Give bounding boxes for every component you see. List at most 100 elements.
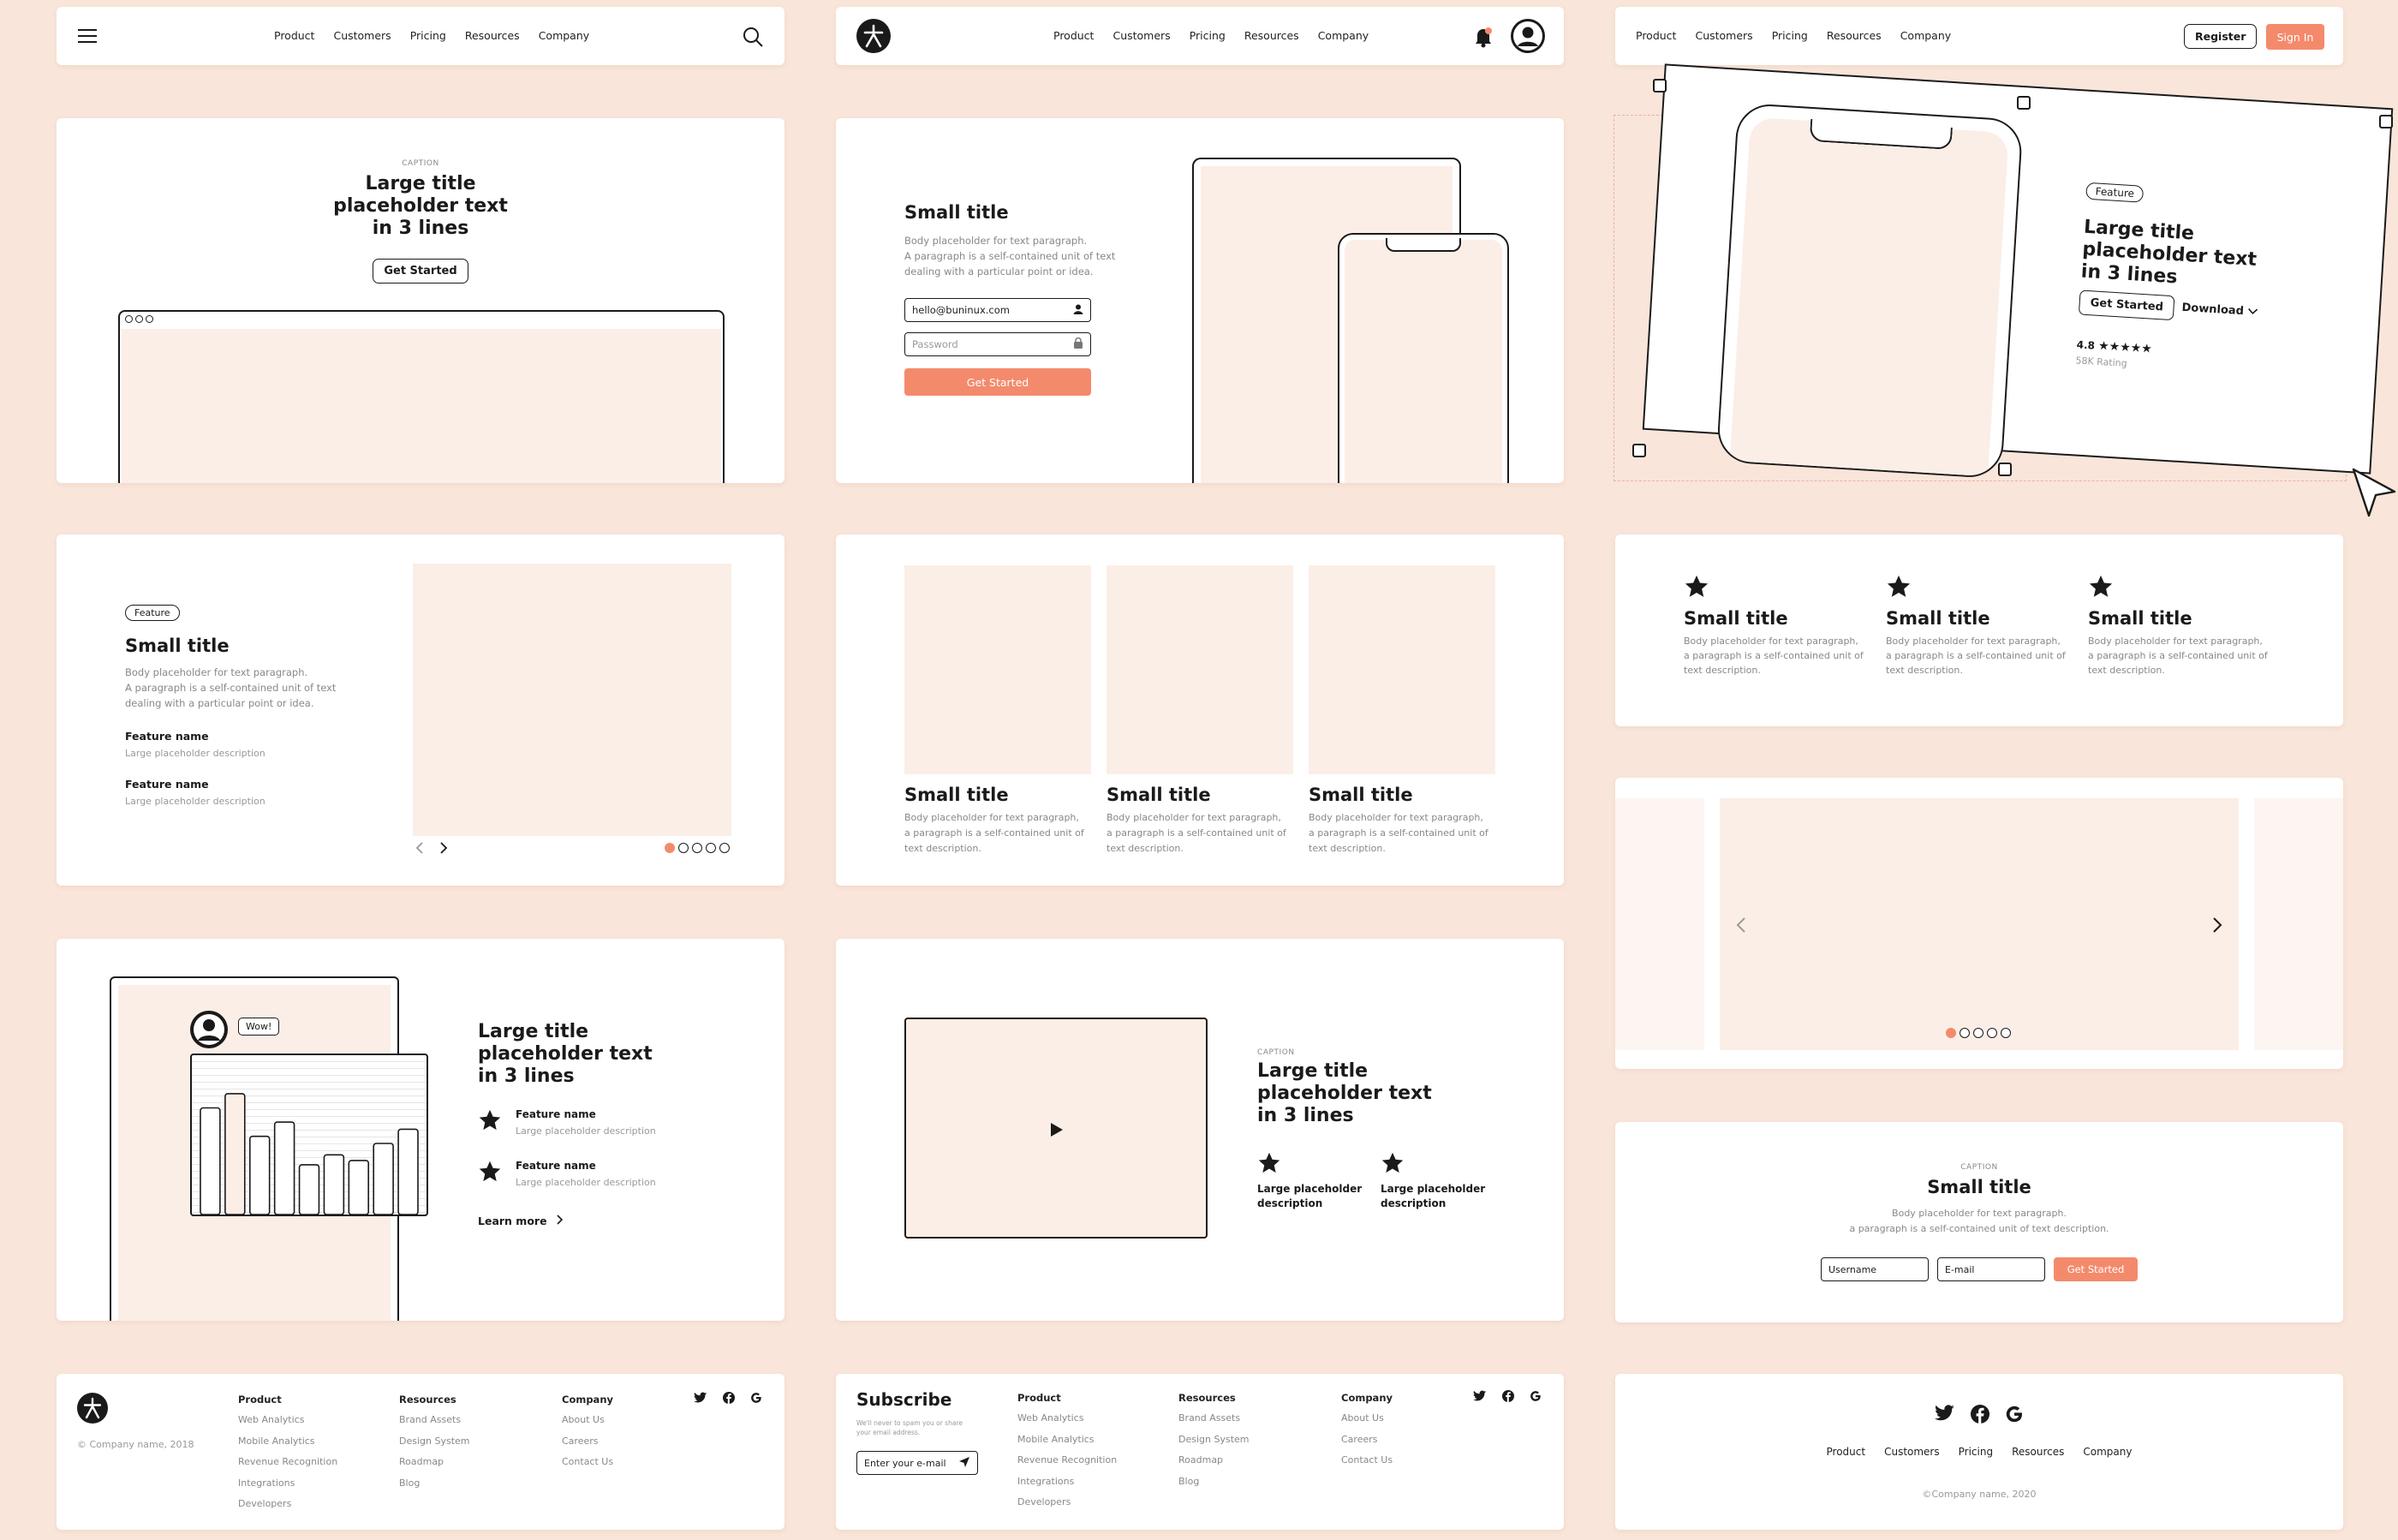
learn-more-link[interactable]: Learn more <box>478 1215 564 1227</box>
nav-product[interactable]: Product <box>1827 1446 1866 1458</box>
hero-phone-section-selected[interactable]: Feature Large title placeholder text in … <box>1642 63 2394 480</box>
logo-icon[interactable] <box>77 1393 108 1424</box>
nav-resources[interactable]: Resources <box>2012 1446 2064 1458</box>
get-started-button[interactable]: Get Started <box>373 259 468 284</box>
google-icon[interactable] <box>1530 1389 1542 1406</box>
chart-bar <box>224 1093 246 1215</box>
chevron-right-icon <box>556 1215 564 1227</box>
nav-customers[interactable]: Customers <box>1113 29 1170 42</box>
nav-pricing[interactable]: Pricing <box>1772 29 1808 42</box>
facebook-icon[interactable] <box>1502 1389 1514 1406</box>
caption: CAPTION <box>1257 1048 1295 1057</box>
pagination-dots[interactable] <box>665 843 730 853</box>
username-field[interactable]: Username <box>1821 1257 1929 1281</box>
hero-title: Large title placeholder text in 3 lines <box>333 173 508 239</box>
pagination-dots[interactable] <box>1946 1028 2011 1038</box>
star-icon <box>478 1108 502 1137</box>
section-body: Body placeholder for text paragraph. a p… <box>1849 1208 2109 1234</box>
nav-company[interactable]: Company <box>1900 29 1951 42</box>
resize-handle-bottom-middle[interactable] <box>1998 463 2012 476</box>
nav-resources[interactable]: Resources <box>1244 29 1299 42</box>
social-icons <box>1473 1389 1542 1406</box>
twitter-icon[interactable] <box>1473 1389 1487 1406</box>
play-icon[interactable] <box>1050 1122 1064 1141</box>
rating-value: 4.8 <box>2076 338 2096 352</box>
get-started-button[interactable]: Get Started <box>2054 1257 2138 1281</box>
logo-icon[interactable] <box>856 19 891 53</box>
star-icon <box>478 1160 502 1188</box>
chevron-right-icon[interactable] <box>438 841 449 858</box>
notification-bell-icon[interactable] <box>1473 26 1494 48</box>
chart-bar <box>373 1143 394 1215</box>
nav-resources[interactable]: Resources <box>465 29 520 42</box>
card-item[interactable]: Small title Body placeholder for text pa… <box>1309 565 1495 857</box>
email-field[interactable]: E-mail <box>1937 1257 2045 1281</box>
facebook-icon[interactable] <box>1971 1405 1989 1427</box>
section-title: Small title <box>125 636 230 656</box>
password-field[interactable]: Password <box>904 332 1091 356</box>
hamburger-menu-icon[interactable] <box>77 27 98 45</box>
nav-pricing[interactable]: Pricing <box>1959 1446 1993 1458</box>
carousel-prev-slide <box>1615 798 1704 1050</box>
register-button[interactable]: Register <box>2184 24 2258 49</box>
facebook-icon[interactable] <box>723 1391 735 1407</box>
chevron-left-icon[interactable] <box>1735 916 1747 937</box>
chart-bar <box>200 1107 221 1215</box>
email-field[interactable]: hello@buninux.com <box>904 298 1091 322</box>
sign-in-button[interactable]: Sign In <box>2266 24 2324 50</box>
phone-mockup <box>1338 233 1509 483</box>
nav-product[interactable]: Product <box>1636 29 1676 42</box>
footer-1: © Company name, 2018 Product Web Analyti… <box>57 1374 784 1530</box>
nav-menu: Product Customers Pricing Resources Comp… <box>1636 29 1951 42</box>
chart-bar <box>273 1121 295 1215</box>
card-item[interactable]: Small title Body placeholder for text pa… <box>904 565 1091 857</box>
chevron-right-icon[interactable] <box>2211 916 2223 937</box>
section-title: Large title placeholder text in 3 lines <box>478 1021 653 1087</box>
send-icon[interactable] <box>958 1456 970 1471</box>
star-icon <box>2088 574 2114 603</box>
feature-item: Large placeholder description <box>1257 1151 1362 1211</box>
nav-pricing[interactable]: Pricing <box>1190 29 1226 42</box>
subscribe-email-input[interactable]: Enter your e-mail <box>856 1451 978 1475</box>
search-icon[interactable] <box>742 26 764 48</box>
nav-product[interactable]: Product <box>1053 29 1094 42</box>
twitter-icon[interactable] <box>1935 1405 1955 1427</box>
chevron-left-icon[interactable] <box>415 841 425 858</box>
resize-handle-top-left[interactable] <box>1653 79 1667 93</box>
google-icon[interactable] <box>750 1391 762 1407</box>
nav-company[interactable]: Company <box>539 29 589 42</box>
nav-menu: Product Customers Pricing Resources Comp… <box>274 29 589 42</box>
feature-item: Large placeholder description <box>1381 1151 1485 1211</box>
footer-column-resources: Resources Brand Assets Design System Roa… <box>399 1394 470 1489</box>
carousel-section <box>1615 778 2343 1069</box>
nav-customers[interactable]: Customers <box>1695 29 1752 42</box>
caption: CAPTION <box>1960 1163 1998 1172</box>
footer-nav: Product Customers Pricing Resources Comp… <box>1615 1446 2343 1458</box>
feature-badge: Feature <box>2085 182 2144 203</box>
nav-pricing[interactable]: Pricing <box>410 29 446 42</box>
nav-customers[interactable]: Customers <box>333 29 391 42</box>
login-devices-section: Small title Body placeholder for text pa… <box>836 118 1564 483</box>
feature-item: Feature name Large placeholder descriptio… <box>478 1160 656 1188</box>
twitter-icon[interactable] <box>694 1391 707 1407</box>
carousel-main-slide <box>1720 798 2239 1050</box>
resize-handle-bottom-left[interactable] <box>1632 444 1646 457</box>
video-player[interactable] <box>904 1018 1208 1239</box>
google-icon[interactable] <box>2005 1405 2024 1427</box>
resize-handle-top-right[interactable] <box>2379 115 2393 128</box>
nav-company[interactable]: Company <box>1318 29 1369 42</box>
chart-card <box>190 1054 428 1216</box>
header-2: Product Customers Pricing Resources Comp… <box>836 7 1564 65</box>
nav-company[interactable]: Company <box>2083 1446 2132 1458</box>
nav-product[interactable]: Product <box>274 29 314 42</box>
nav-customers[interactable]: Customers <box>1884 1446 1940 1458</box>
nav-resources[interactable]: Resources <box>1827 29 1882 42</box>
avatar[interactable] <box>1511 19 1545 53</box>
get-started-button[interactable]: Get Started <box>904 368 1091 396</box>
resize-handle-top-middle[interactable] <box>2017 96 2031 110</box>
chat-bubble: Wow! <box>238 1018 280 1036</box>
three-features-section: Small title Body placeholder for text pa… <box>1615 534 2343 726</box>
card-item[interactable]: Small title Body placeholder for text pa… <box>1107 565 1293 857</box>
card-image-placeholder <box>1309 565 1495 774</box>
footer-3: Product Customers Pricing Resources Comp… <box>1615 1374 2343 1530</box>
